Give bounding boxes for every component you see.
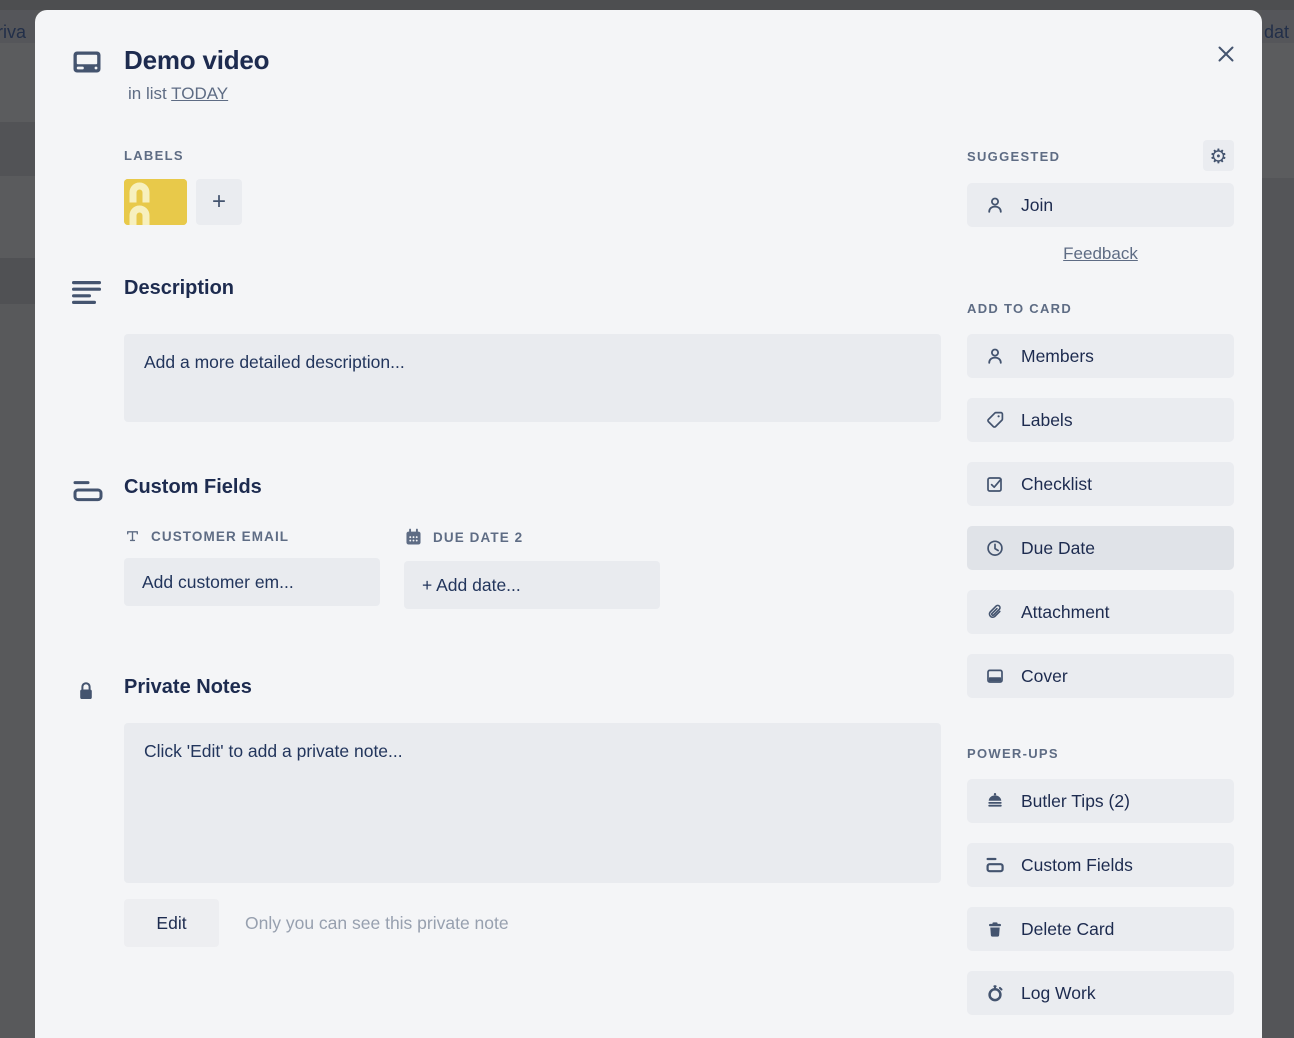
card-icon <box>72 49 102 76</box>
custom-field-customer-email: CUSTOMER EMAIL Add customer em... <box>124 528 380 609</box>
custom-field-label: CUSTOMER EMAIL <box>151 528 290 544</box>
paperclip-icon <box>984 602 1006 622</box>
list-link[interactable]: TODAY <box>171 84 228 103</box>
custom-fields-heading: Custom Fields <box>124 476 262 498</box>
customer-email-placeholder: Add customer em... <box>142 571 294 592</box>
labels-button[interactable]: Labels <box>967 398 1234 442</box>
lock-icon <box>76 679 96 947</box>
edit-private-note-button[interactable]: Edit <box>124 899 219 947</box>
card-subtitle-row: in list TODAY <box>72 76 944 104</box>
calendar-icon <box>404 528 423 547</box>
private-notes-placeholder: Click 'Edit' to add a private note... <box>144 741 403 761</box>
close-icon <box>1215 43 1237 65</box>
private-notes-heading: Private Notes <box>124 676 252 698</box>
due-date-2-placeholder: + Add date... <box>422 574 521 595</box>
screen: riva dat <box>0 0 1294 1038</box>
text-type-icon <box>124 528 141 544</box>
card-sidebar: SUGGESTED ⚙ Join Feedback ADD TO CARD Me… <box>967 140 1234 1038</box>
customer-email-input[interactable]: Add customer em... <box>124 558 380 606</box>
description-section: Description Add a more detailed descript… <box>72 277 944 422</box>
custom-fields-section: Custom Fields CUSTOMER EMAIL Add custome… <box>72 476 944 609</box>
description-placeholder: Add a more detailed description... <box>144 352 405 372</box>
custom-fields-powerup-button[interactable]: Custom Fields <box>967 843 1234 887</box>
card-main-column: Demo video in list TODAY LABELS + Descri… <box>72 45 944 947</box>
plus-icon: + <box>211 188 226 215</box>
cover-button[interactable]: Cover <box>967 654 1234 698</box>
butler-tips-button[interactable]: Butler Tips (2) <box>967 779 1234 823</box>
user-icon <box>984 346 1006 366</box>
private-note-caption: Only you can see this private note <box>245 912 509 933</box>
attachment-button[interactable]: Attachment <box>967 590 1234 634</box>
add-to-card-heading: ADD TO CARD <box>967 301 1073 316</box>
power-ups-heading: POWER-UPS <box>967 746 1059 761</box>
card-title[interactable]: Demo video <box>124 45 941 76</box>
members-button[interactable]: Members <box>967 334 1234 378</box>
labels-heading: LABELS <box>124 148 184 163</box>
user-icon <box>984 195 1006 215</box>
delete-card-button[interactable]: Delete Card <box>967 907 1234 951</box>
labels-section: LABELS + <box>72 148 944 225</box>
gear-icon: ⚙ <box>1209 143 1228 168</box>
log-work-button[interactable]: Log Work <box>967 971 1234 1015</box>
clock-icon <box>984 538 1006 558</box>
custom-field-label: DUE DATE 2 <box>433 530 524 545</box>
background-overlay-right: dat <box>1262 10 1294 1038</box>
join-label: Join <box>1021 194 1054 215</box>
suggested-settings-button[interactable]: ⚙ <box>1203 140 1234 171</box>
background-text-fragment-right: dat <box>1264 22 1290 42</box>
stopwatch-icon <box>984 983 1006 1003</box>
in-list-prefix: in list <box>128 84 167 103</box>
custom-field-due-date-2: DUE DATE 2 + Add date... <box>404 528 660 609</box>
add-label-button[interactable]: + <box>196 179 242 225</box>
description-placeholder-box[interactable]: Add a more detailed description... <box>124 334 941 422</box>
description-heading: Description <box>124 277 235 299</box>
butler-icon <box>984 791 1006 811</box>
join-button[interactable]: Join <box>967 183 1234 227</box>
custom-fields-icon <box>72 479 104 609</box>
cover-icon <box>984 666 1006 686</box>
feedback-link[interactable]: Feedback <box>1063 244 1138 263</box>
suggested-heading: SUGGESTED <box>967 148 1061 164</box>
background-text-fragment-left: riva <box>0 22 27 42</box>
tag-icon <box>984 410 1006 430</box>
custom-fields-icon <box>984 855 1006 875</box>
label-chip-yellow[interactable] <box>124 179 187 225</box>
card-detail-modal: Demo video in list TODAY LABELS + Descri… <box>35 10 1262 1038</box>
checklist-button[interactable]: Checklist <box>967 462 1234 506</box>
description-icon <box>72 280 102 422</box>
background-overlay-left: riva <box>0 10 35 1038</box>
private-notes-placeholder-box[interactable]: Click 'Edit' to add a private note... <box>124 723 941 883</box>
trash-icon <box>984 919 1006 939</box>
background-overlay-top <box>0 0 1294 10</box>
card-header: Demo video <box>72 45 944 76</box>
checklist-icon <box>984 474 1006 494</box>
due-date-2-input[interactable]: + Add date... <box>404 561 660 609</box>
due-date-button[interactable]: Due Date <box>967 526 1234 570</box>
close-button[interactable] <box>1204 32 1248 76</box>
private-notes-section: Private Notes Click 'Edit' to add a priv… <box>72 676 944 947</box>
